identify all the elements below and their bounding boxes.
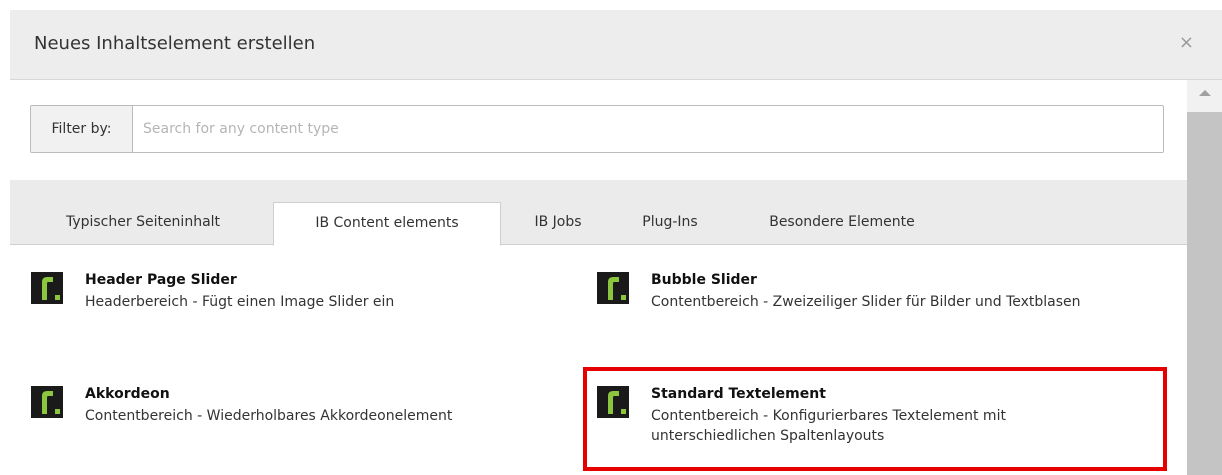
- close-icon[interactable]: ×: [1179, 34, 1194, 52]
- highlight-box: [583, 367, 1167, 471]
- element-akkordeon[interactable]: Akkordeon Contentbereich - Wiederholbare…: [31, 384, 581, 426]
- element-header-page-slider[interactable]: Header Page Slider Headerbereich - Fügt …: [31, 270, 551, 312]
- scroll-up-arrow-icon[interactable]: [1199, 90, 1211, 96]
- tab-bar: Typischer Seiteninhalt IB Content elemen…: [10, 180, 1187, 246]
- tab-typischer-seiteninhalt[interactable]: Typischer Seiteninhalt: [28, 202, 258, 245]
- modal-title: Neues Inhaltselement erstellen: [34, 33, 316, 54]
- tab-besondere-elemente[interactable]: Besondere Elemente: [739, 202, 945, 245]
- tab-ib-jobs[interactable]: IB Jobs: [514, 202, 602, 245]
- element-title: Akkordeon: [85, 386, 170, 402]
- element-description: Headerbereich - Fügt einen Image Slider …: [85, 294, 395, 310]
- element-description: Contentbereich - Zweizeiliger Slider für…: [651, 294, 1081, 310]
- content-element-icon: [597, 272, 629, 304]
- content-element-icon: [31, 272, 63, 304]
- filter-label: Filter by:: [30, 105, 133, 153]
- element-title: Header Page Slider: [85, 272, 237, 288]
- tab-plug-ins[interactable]: Plug-Ins: [622, 202, 718, 245]
- modal-header: Neues Inhaltselement erstellen ×: [10, 10, 1222, 80]
- element-bubble-slider[interactable]: Bubble Slider Contentbereich - Zweizeili…: [597, 270, 1137, 312]
- scrollbar[interactable]: [1187, 80, 1222, 475]
- search-input[interactable]: [133, 105, 1164, 153]
- element-title: Bubble Slider: [651, 272, 757, 288]
- element-description: Contentbereich - Wiederholbares Akkordeo…: [85, 408, 453, 424]
- tab-ib-content-elements[interactable]: IB Content elements: [273, 202, 501, 246]
- filter-row: Filter by:: [30, 105, 1164, 155]
- content-element-icon: [31, 386, 63, 418]
- scroll-thumb[interactable]: [1187, 112, 1222, 475]
